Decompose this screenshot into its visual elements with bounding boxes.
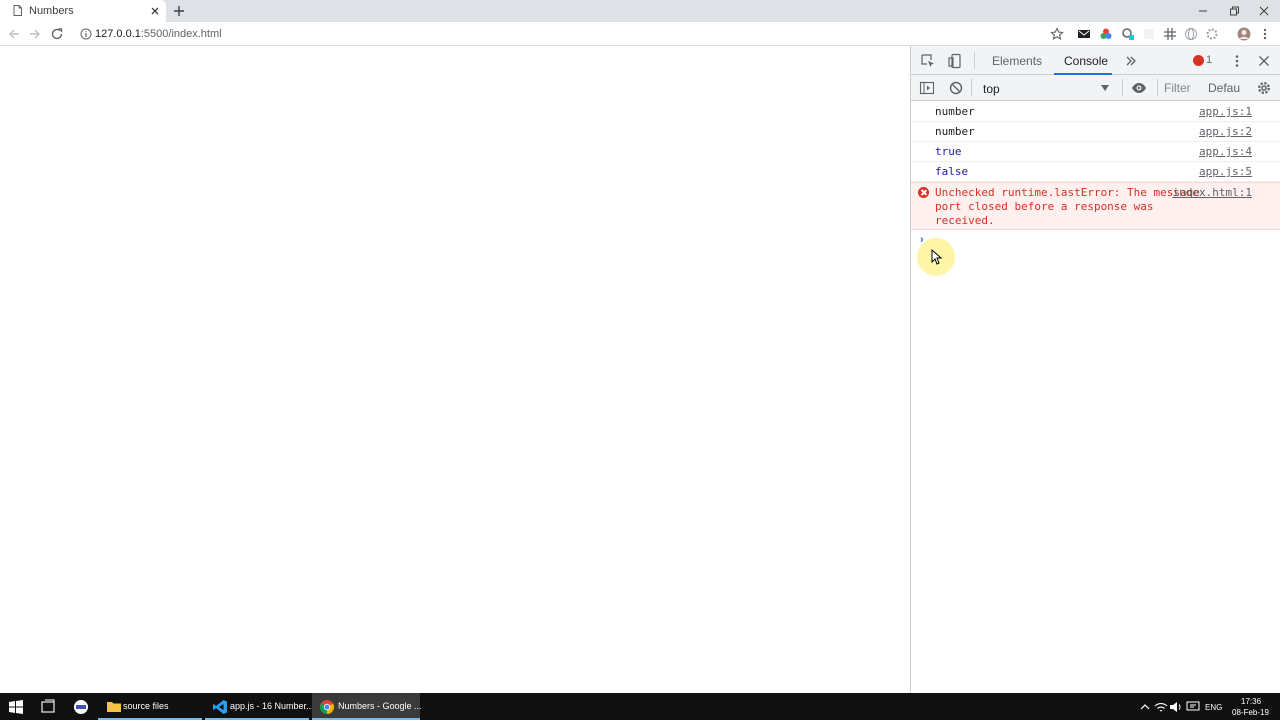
app-launcher-icon[interactable] <box>73 699 89 715</box>
dropdown-arrow-icon <box>1101 85 1109 91</box>
url-text: 127.0.0.1:5500/index.html <box>95 28 222 40</box>
taskbar-app-chrome[interactable]: Numbers - Google ... <box>312 693 422 720</box>
separator <box>1157 79 1158 96</box>
color-picker-extension-icon[interactable] <box>1099 27 1113 41</box>
folder-icon <box>107 702 121 712</box>
message-text: false <box>935 165 969 178</box>
minimize-icon[interactable] <box>1195 3 1211 19</box>
page-viewport <box>0 46 910 693</box>
profile-avatar-icon[interactable] <box>1237 27 1251 41</box>
windows-start-icon[interactable] <box>8 699 24 715</box>
address-bar[interactable]: 127.0.0.1:5500/index.html <box>74 23 1068 45</box>
wifi-icon[interactable] <box>1153 699 1169 715</box>
blank-extension-icon[interactable] <box>1142 27 1156 41</box>
device-toolbar-icon[interactable] <box>947 53 963 69</box>
taskbar-app-source-files[interactable]: source files <box>98 693 202 720</box>
console-message: false app.js:5 <box>911 162 1280 182</box>
reload-icon[interactable] <box>50 27 64 41</box>
gear-icon[interactable] <box>1256 80 1272 96</box>
message-text: true <box>935 145 962 158</box>
globe-extension-icon[interactable] <box>1184 27 1198 41</box>
console-input[interactable] <box>933 232 1263 248</box>
message-source-link[interactable]: app.js:2 <box>1199 125 1252 138</box>
error-text: Unchecked runtime.lastError: The message… <box>935 186 1200 227</box>
eye-icon[interactable] <box>1131 80 1147 96</box>
inspect-element-icon[interactable] <box>920 53 936 69</box>
close-devtools-icon[interactable] <box>1256 53 1272 69</box>
message-text: number <box>935 105 975 118</box>
clear-console-icon[interactable] <box>948 80 964 96</box>
message-source-link[interactable]: index.html:1 <box>1173 186 1252 199</box>
log-levels-dropdown[interactable]: Defau <box>1208 81 1242 95</box>
error-icon <box>918 187 929 198</box>
new-tab-icon[interactable] <box>172 4 186 18</box>
devtools-tab-bar: Elements Console 1 <box>911 46 1280 75</box>
menu-icon[interactable] <box>1258 27 1272 41</box>
console-error-message: Unchecked runtime.lastError: The message… <box>911 182 1280 230</box>
extension-icon[interactable] <box>1121 27 1135 41</box>
message-source-link[interactable]: app.js:1 <box>1199 105 1252 118</box>
tab-strip: Numbers <box>0 0 1280 22</box>
message-source-link[interactable]: app.js:4 <box>1199 145 1252 158</box>
taskbar-app-label: source files <box>123 701 169 711</box>
vscode-icon <box>213 700 227 714</box>
task-view-icon[interactable] <box>40 699 56 715</box>
page-icon <box>13 5 22 16</box>
console-messages: number app.js:1 number app.js:2 true app… <box>911 102 1280 252</box>
close-icon[interactable] <box>148 4 162 18</box>
error-count-icon[interactable] <box>1193 55 1204 66</box>
notification-icon[interactable] <box>1185 699 1201 715</box>
language-indicator[interactable]: ENG <box>1205 703 1222 712</box>
devtools-menu-icon[interactable] <box>1229 53 1245 69</box>
console-filter-input[interactable] <box>1164 79 1204 97</box>
separator <box>1122 79 1123 96</box>
clock-date[interactable]: 08-Feb-19 <box>1232 708 1269 717</box>
message-source-link[interactable]: app.js:5 <box>1199 165 1252 178</box>
volume-icon[interactable] <box>1168 699 1184 715</box>
url-path: :5500/index.html <box>140 28 222 40</box>
info-icon[interactable] <box>80 28 92 40</box>
url-host: 127.0.0.1 <box>95 28 141 40</box>
window-close-icon[interactable] <box>1256 3 1272 19</box>
separator <box>971 79 972 96</box>
console-message: true app.js:4 <box>911 142 1280 162</box>
sidebar-toggle-icon[interactable] <box>919 80 935 96</box>
browser-toolbar: 127.0.0.1:5500/index.html <box>0 22 1280 46</box>
devtools-panel: Elements Console 1 top Defau number app.… <box>910 46 1280 693</box>
settings-extension-icon[interactable] <box>1205 27 1219 41</box>
dnd-extension-icon[interactable] <box>1077 27 1091 41</box>
tab-console[interactable]: Console <box>1064 54 1108 68</box>
back-icon[interactable] <box>7 27 21 41</box>
show-hidden-icons-icon[interactable] <box>1137 699 1153 715</box>
console-prompt[interactable]: › <box>911 230 1280 252</box>
console-message: number app.js:1 <box>911 102 1280 122</box>
taskbar-app-label: Numbers - Google ... <box>338 701 422 711</box>
console-message: number app.js:2 <box>911 122 1280 142</box>
taskbar-app-vscode[interactable]: app.js - 16 Number... <box>205 693 314 720</box>
taskbar-app-label: app.js - 16 Number... <box>230 701 314 711</box>
context-selector[interactable]: top <box>977 78 1115 97</box>
browser-tab[interactable]: Numbers <box>0 0 166 22</box>
restore-icon[interactable] <box>1226 3 1242 19</box>
windows-taskbar: source files app.js - 16 Number... Numbe… <box>0 693 1280 720</box>
separator <box>974 52 975 69</box>
tab-title: Numbers <box>29 5 74 17</box>
star-icon[interactable] <box>1050 27 1064 41</box>
context-label: top <box>983 82 1000 96</box>
clock-time[interactable]: 17:36 <box>1241 697 1261 706</box>
error-count[interactable]: 1 <box>1206 54 1212 66</box>
chrome-icon <box>319 700 335 715</box>
mouse-cursor-icon <box>931 249 943 265</box>
more-tabs-icon[interactable] <box>1123 53 1139 69</box>
console-toolbar: top Defau <box>911 75 1280 101</box>
forward-icon[interactable] <box>28 27 42 41</box>
tab-elements[interactable]: Elements <box>992 54 1042 68</box>
message-text: number <box>935 125 975 138</box>
hash-extension-icon[interactable] <box>1163 27 1177 41</box>
